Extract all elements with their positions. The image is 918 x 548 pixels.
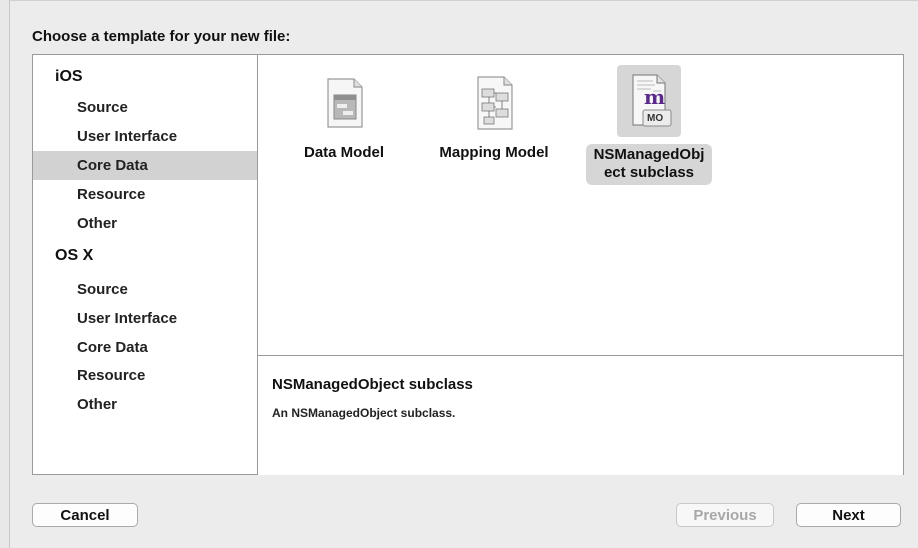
sidebar-item-ios-core-data[interactable]: Core Data — [33, 151, 257, 180]
template-tile-nsmanagedobject-subclass[interactable]: m MO NSManagedObj ect subclass — [586, 61, 712, 185]
template-label: Mapping Model — [439, 144, 549, 161]
description-text: An NSManagedObject subclass. — [272, 406, 456, 420]
nsmanagedobject-icon: m MO — [617, 65, 681, 137]
sidebar-item-osx-source[interactable]: Source — [33, 275, 257, 304]
sidebar-item-ios-user-interface[interactable]: User Interface — [33, 122, 257, 151]
description-title: NSManagedObject subclass — [272, 376, 473, 393]
sidebar-item-osx-user-interface[interactable]: User Interface — [33, 304, 257, 333]
template-label: Data Model — [303, 144, 384, 161]
mapping-model-icon — [462, 65, 526, 137]
cancel-button[interactable]: Cancel — [32, 503, 138, 527]
platform-heading-ios: iOS — [55, 68, 83, 85]
next-button[interactable]: Next — [796, 503, 901, 527]
sidebar-item-ios-resource[interactable]: Resource — [33, 180, 257, 209]
previous-button[interactable]: Previous — [676, 503, 774, 527]
sidebar-item-osx-other[interactable]: Other — [33, 390, 257, 419]
data-model-icon — [312, 65, 376, 137]
template-category-sidebar: iOS Source User Interface Core Data Reso… — [33, 55, 258, 474]
template-chooser-panel: iOS Source User Interface Core Data Reso… — [32, 54, 904, 475]
sidebar-item-ios-source[interactable]: Source — [33, 93, 257, 122]
sidebar-item-osx-resource[interactable]: Resource — [33, 361, 257, 390]
template-tile-mapping-model[interactable]: Mapping Model — [431, 61, 557, 183]
mo-badge: MO — [647, 113, 664, 124]
template-grid: Data Model Mapping Model m MO NSManagedO… — [258, 55, 903, 354]
template-tile-data-model[interactable]: Data Model — [281, 61, 407, 183]
template-description-pane: NSManagedObject subclass An NSManagedObj… — [258, 355, 903, 475]
template-label-line2: ect subclass — [603, 164, 695, 181]
sidebar-item-ios-other[interactable]: Other — [33, 209, 257, 238]
sidebar-item-osx-core-data[interactable]: Core Data — [33, 333, 257, 362]
new-file-dialog: Choose a template for your new file: iOS… — [9, 0, 918, 548]
platform-heading-osx: OS X — [55, 247, 94, 264]
template-label: NSManagedObj ect subclass — [586, 144, 712, 185]
template-label-line1: NSManagedObj — [593, 146, 705, 163]
managed-object-glyph: m — [644, 85, 666, 109]
dialog-prompt: Choose a template for your new file: — [32, 28, 291, 45]
